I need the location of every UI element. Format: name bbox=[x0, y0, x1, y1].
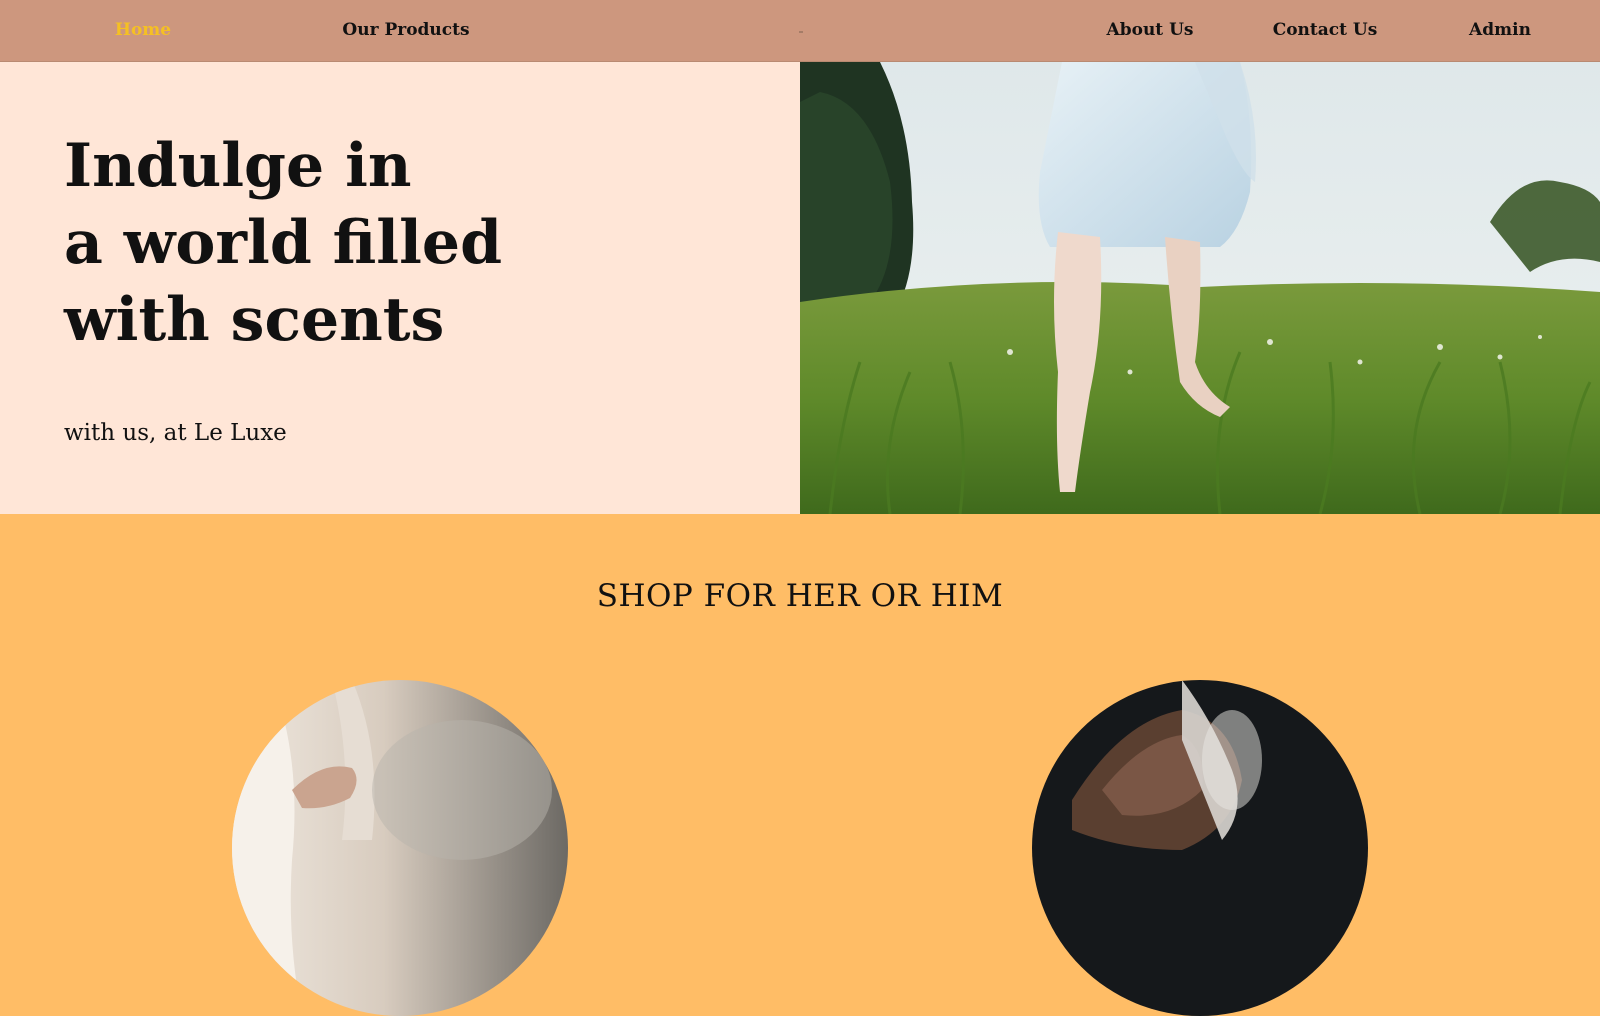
nav-our-products-link[interactable]: Our Products bbox=[342, 20, 469, 40]
hero-subtitle: with us, at Le Luxe bbox=[64, 420, 287, 446]
hero-title: Indulge in a world filled with scents bbox=[64, 128, 502, 359]
hero-title-line: with scents bbox=[64, 285, 445, 355]
nav-contact-us-link[interactable]: Contact Us bbox=[1273, 20, 1378, 40]
her-perfume-image bbox=[232, 680, 568, 1016]
nav-logo-mark bbox=[799, 31, 803, 33]
hero-image-meadow bbox=[800, 62, 1600, 514]
him-perfume-image bbox=[1032, 680, 1368, 1016]
nav-about-us-link[interactable]: About Us bbox=[1107, 20, 1194, 40]
shop-title: SHOP FOR HER OR HIM bbox=[596, 578, 1004, 614]
top-nav: Home Our Products About Us Contact Us Ad… bbox=[0, 0, 1600, 62]
hero-title-line: Indulge in bbox=[64, 131, 412, 201]
shop-for-her-card[interactable] bbox=[232, 680, 568, 1016]
nav-admin-link[interactable]: Admin bbox=[1469, 20, 1531, 40]
nav-home-link[interactable]: Home bbox=[115, 20, 171, 40]
shop-section: SHOP FOR HER OR HIM bbox=[0, 514, 1600, 1016]
shop-for-him-card[interactable] bbox=[1032, 680, 1368, 1016]
hero-text-panel: Indulge in a world filled with scents wi… bbox=[0, 62, 800, 514]
hero-title-line: a world filled bbox=[64, 208, 503, 278]
